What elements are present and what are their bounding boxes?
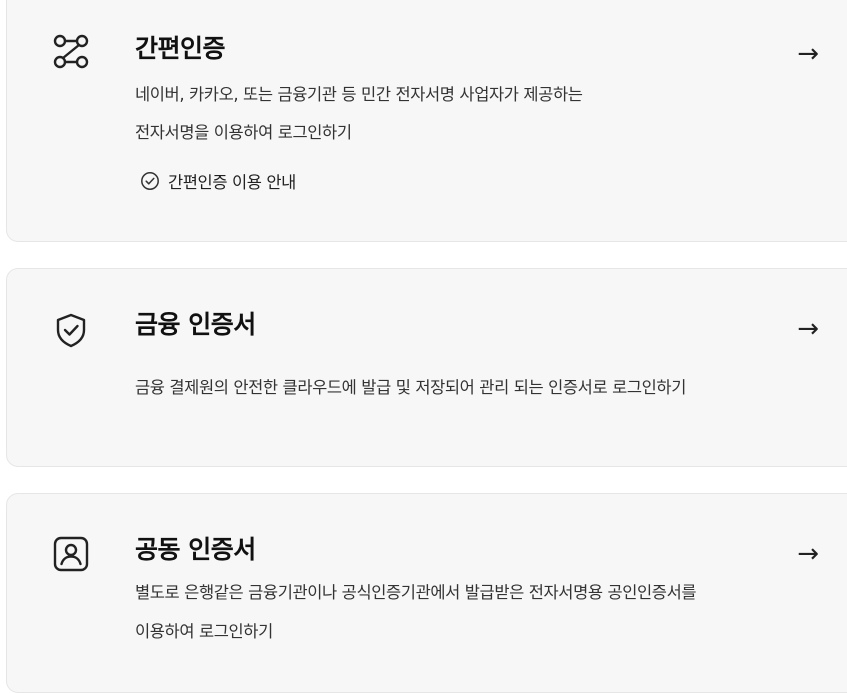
financial-certificate-card[interactable]: 금융 인증서 금융 결제원의 안전한 클라우드에 발급 및 저장되어 관리 되는… (6, 268, 847, 467)
card-description-line: 이용하여 로그인하기 (135, 622, 273, 641)
card-description-line: 전자서명을 이용하여 로그인하기 (135, 123, 352, 142)
user-badge-icon (51, 534, 91, 574)
card-description-line: 별도로 은행같은 금융기관이나 공식인증기관에서 발급받은 전자서명용 공인인증… (135, 583, 697, 602)
arrow-right-icon[interactable]: → (797, 41, 819, 67)
arrow-right-icon[interactable]: → (797, 541, 819, 567)
arrow-right-icon[interactable]: → (797, 316, 819, 342)
guide-label: 간편인증 이용 안내 (168, 173, 296, 192)
card-description-line: 네이버, 카카오, 또는 금융기관 등 민간 전자서명 사업자가 제공하는 (135, 85, 583, 104)
simple-auth-card[interactable]: 간편인증 네이버, 카카오, 또는 금융기관 등 민간 전자서명 사업자가 제공… (6, 0, 847, 242)
simple-auth-guide-link[interactable]: 간편인증 이용 안내 (140, 169, 296, 193)
shield-check-icon (51, 310, 91, 350)
card-description-line: 금융 결제원의 안전한 클라우드에 발급 및 저장되어 관리 되는 인증서로 로… (135, 378, 686, 397)
joint-certificate-card[interactable]: 공동 인증서 별도로 은행같은 금융기관이나 공식인증기관에서 발급받은 전자서… (6, 493, 847, 693)
card-title: 금융 인증서 (135, 310, 256, 339)
check-circle-icon (140, 171, 160, 191)
card-title: 간편인증 (135, 34, 226, 63)
card-title: 공동 인증서 (135, 535, 256, 564)
route-icon (51, 31, 91, 71)
